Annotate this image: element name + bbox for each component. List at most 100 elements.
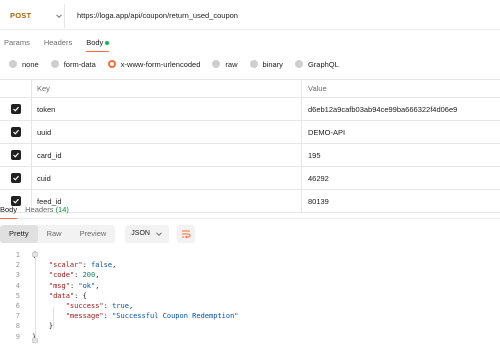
code-line: 2 "scalar": false, [0,260,500,270]
json-key: "msg" [48,281,70,290]
key-cell[interactable]: token [32,98,302,120]
view-mode-segment: Pretty Raw Preview [0,225,116,243]
params-table: Key Value token d6eb12a9cafb03ab94ce99ba… [0,79,500,213]
radio-icon [212,60,221,68]
code-text: "data": { [48,291,87,300]
json-value: "Successful Coupon Redemption" [112,312,239,321]
tab-params[interactable]: Params [4,36,30,52]
radio-graphql[interactable]: GraphQL [294,59,339,69]
chevron-down-icon [156,232,162,237]
checkbox-checked-icon[interactable] [10,173,21,183]
code-text: "success": true, [65,302,134,311]
line-number: 3 [15,271,20,280]
line-number: 9 [15,332,20,341]
radio-icon [294,60,303,68]
line-number: 5 [15,291,20,300]
radio-binary-label: binary [262,59,283,69]
radio-none[interactable]: none [9,60,39,69]
response-code-view: 1 { 2 "scalar": false, 3 "code": 200, 4 … [0,250,500,344]
line-number: 1 [15,251,20,260]
url-bar: POST https://loga.app/api/coupon/return_… [0,2,500,30]
method-label: POST [10,11,32,20]
row-check-cell [0,121,32,143]
response-tab-body[interactable]: Body [0,203,18,219]
headers-count-badge: (14) [55,204,69,214]
radio-icon [9,60,17,68]
json-value: false [91,261,113,270]
value-cell[interactable]: 195 [302,144,500,166]
code-line: 1 { [0,250,500,260]
code-text: "msg": "ok", [48,281,100,290]
key-cell[interactable]: uuid [32,121,302,143]
body-indicator-dot [105,41,110,46]
wrap-lines-icon [181,230,191,239]
line-number: 2 [15,261,20,270]
radio-binary[interactable]: binary [249,59,283,69]
table-header-row: Key Value [0,80,500,98]
value-cell[interactable]: 46292 [302,167,500,189]
view-preview-button[interactable]: Preview [71,225,116,243]
radio-graphql-label: GraphQL [307,59,339,69]
response-tab-headers[interactable]: Headers (14) [25,203,69,219]
row-check-cell [0,98,32,120]
key-cell[interactable]: cuid [32,167,302,189]
tab-body-label: Body [86,38,104,47]
tab-headers[interactable]: Headers [44,36,72,52]
format-label: JSON [131,230,150,237]
body-type-options: none form-data x-www-form-urlencoded raw… [0,57,342,71]
row-check-cell [0,144,32,166]
json-value: 200 [82,271,96,280]
radio-selected-icon [107,60,116,68]
column-header-value: Value [308,84,327,93]
key-cell[interactable]: card_id [32,144,302,166]
table-row: token d6eb12a9cafb03ab94ce99ba666322f4d0… [0,98,500,121]
radio-icon [50,60,59,68]
checkbox-checked-icon[interactable] [10,104,21,114]
line-number: 7 [15,312,20,321]
code-line: 7 "message": "Successful Coupon Redempti… [0,311,500,321]
json-value: "ok" [78,281,96,290]
table-row: uuid DEMO-API [0,121,500,144]
wrap-lines-button[interactable] [176,225,195,243]
chevron-down-icon [56,13,63,18]
view-pretty-button[interactable]: Pretty [0,225,38,243]
view-raw-button[interactable]: Raw [38,225,71,243]
indent-guide [53,307,54,329]
code-line: 6 "success": true, [0,301,500,311]
value-cell[interactable]: DEMO-API [302,121,500,143]
format-select[interactable]: JSON [125,225,169,243]
response-tab-headers-label: Headers [25,204,54,214]
code-text: "message": "Successful Coupon Redemption… [65,312,239,321]
line-number: 8 [15,322,20,331]
json-value: true [112,302,129,311]
radio-urlencoded-label: x-www-form-urlencoded [120,59,201,69]
code-line: 4 "msg": "ok", [0,281,500,291]
radio-none-label: none [22,59,39,69]
response-view-toolbar: Pretty Raw Preview JSON [0,224,195,244]
method-select[interactable]: POST [0,3,65,28]
response-tabs: Body Headers (14) [0,203,500,219]
url-input[interactable]: https://loga.app/api/coupon/return_used_… [65,11,238,20]
radio-raw-label: raw [225,59,238,69]
line-number: 6 [15,302,20,311]
code-line: 8 } [0,321,500,331]
table-row: cuid 46292 [0,167,500,190]
radio-icon [249,60,258,68]
checkbox-checked-icon[interactable] [10,150,21,160]
value-cell[interactable]: d6eb12a9cafb03ab94ce99ba666322f4d06e9 [302,98,500,120]
radio-urlencoded[interactable]: x-www-form-urlencoded [107,59,201,69]
checkbox-checked-icon[interactable] [10,127,21,137]
json-key: "scalar" [48,261,83,270]
json-key: "success" [65,302,104,311]
code-text: "code": 200, [48,271,100,280]
code-text: "scalar": false, [48,261,117,270]
json-key: "code" [48,271,75,280]
row-check-cell [0,167,32,189]
code-line: 9 } [0,332,500,342]
radio-form-data-label: form-data [63,59,96,69]
radio-raw[interactable]: raw [212,59,238,69]
line-number: 4 [15,281,20,290]
tab-body[interactable]: Body [86,36,110,52]
radio-form-data[interactable]: form-data [50,59,96,69]
json-key: "data" [48,291,75,300]
